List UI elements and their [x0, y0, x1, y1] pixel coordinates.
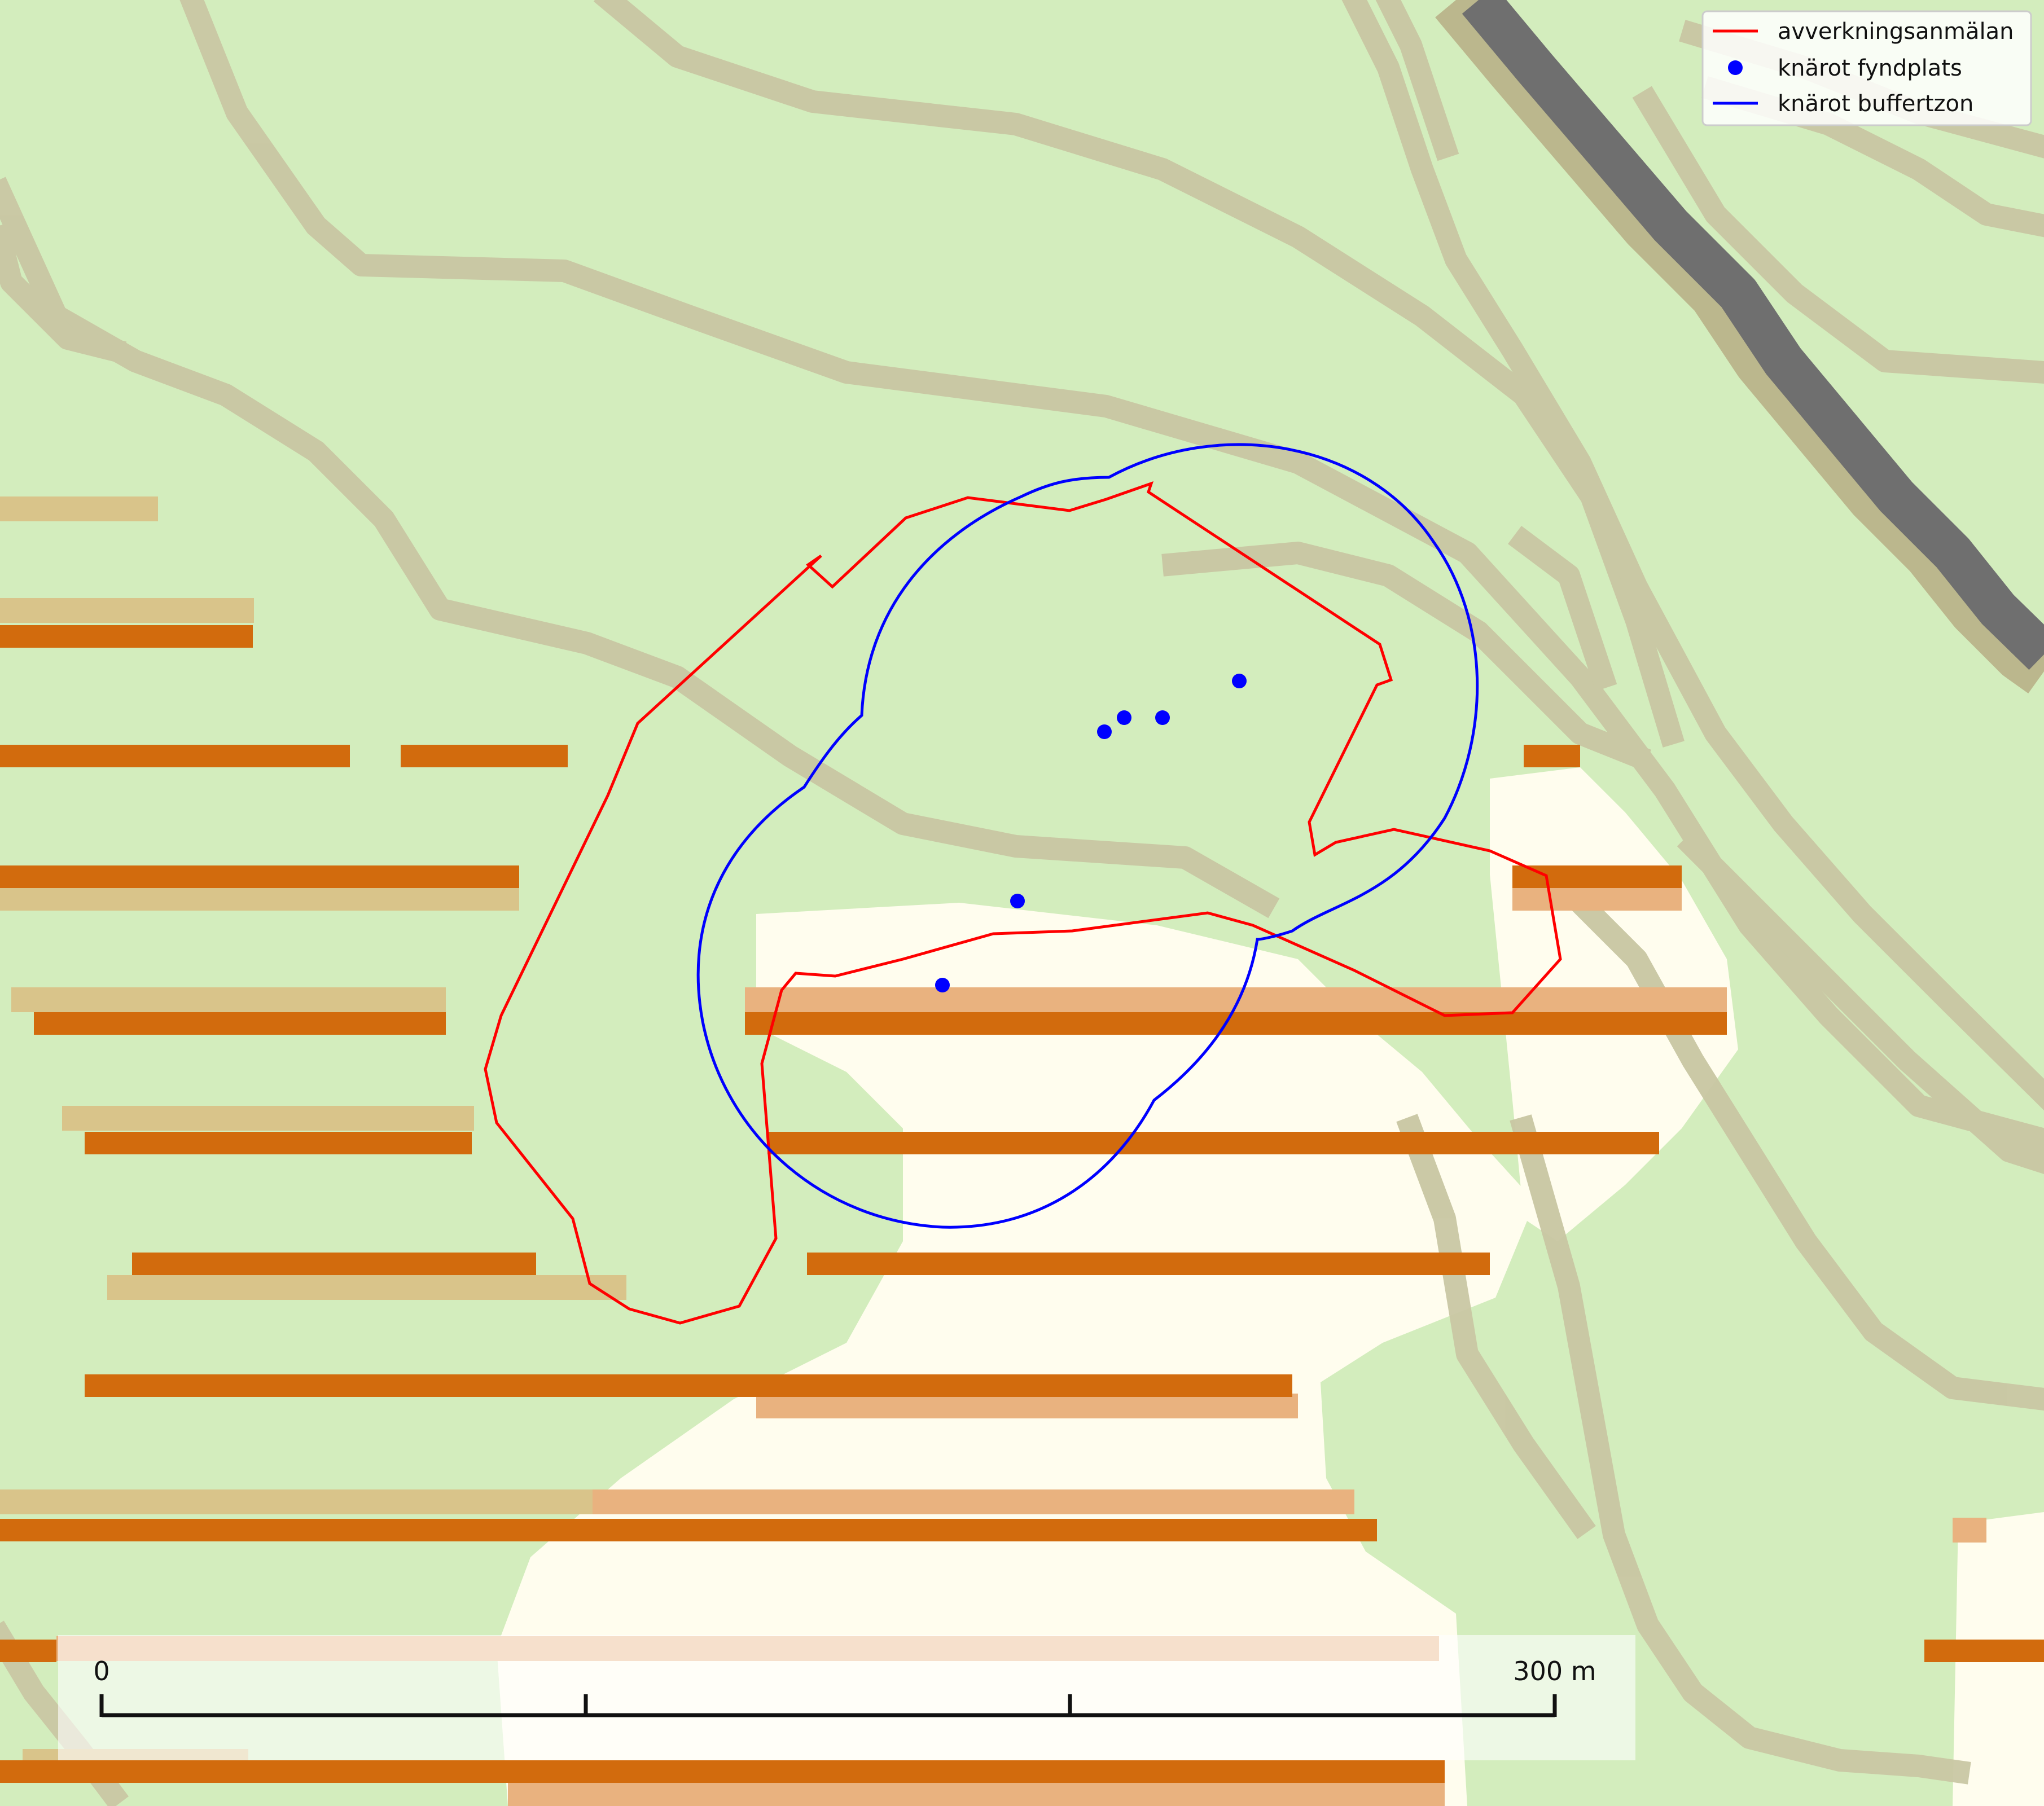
legend-label-felling-area: avverkningsanmälan — [1778, 19, 2014, 45]
legend-label-buffer-zone: knärot buffertzon — [1778, 91, 1973, 117]
find-site-dot[interactable] — [1097, 724, 1112, 739]
legend-swatch-find-site — [1728, 60, 1743, 75]
find-site-dot[interactable] — [1232, 674, 1247, 688]
legend-label-find-site: knärot fyndplats — [1778, 55, 1962, 81]
find-site-dot[interactable] — [1117, 710, 1131, 725]
map-legend: avverkningsanmälan knärot fyndplats knär… — [1701, 10, 2032, 126]
find-site-dot[interactable] — [1155, 710, 1170, 725]
find-site-dot[interactable] — [935, 978, 950, 992]
scale-bar-start-label: 0 — [93, 1656, 109, 1686]
scale-bar: 0 300 m — [58, 1635, 1635, 1760]
scale-bar-end-label: 300 m — [1513, 1656, 1596, 1686]
find-site-dot[interactable] — [1010, 894, 1025, 908]
scale-bar-background — [58, 1635, 1635, 1760]
map-view[interactable]: avverkningsanmälan knärot fyndplats knär… — [0, 0, 2044, 1806]
